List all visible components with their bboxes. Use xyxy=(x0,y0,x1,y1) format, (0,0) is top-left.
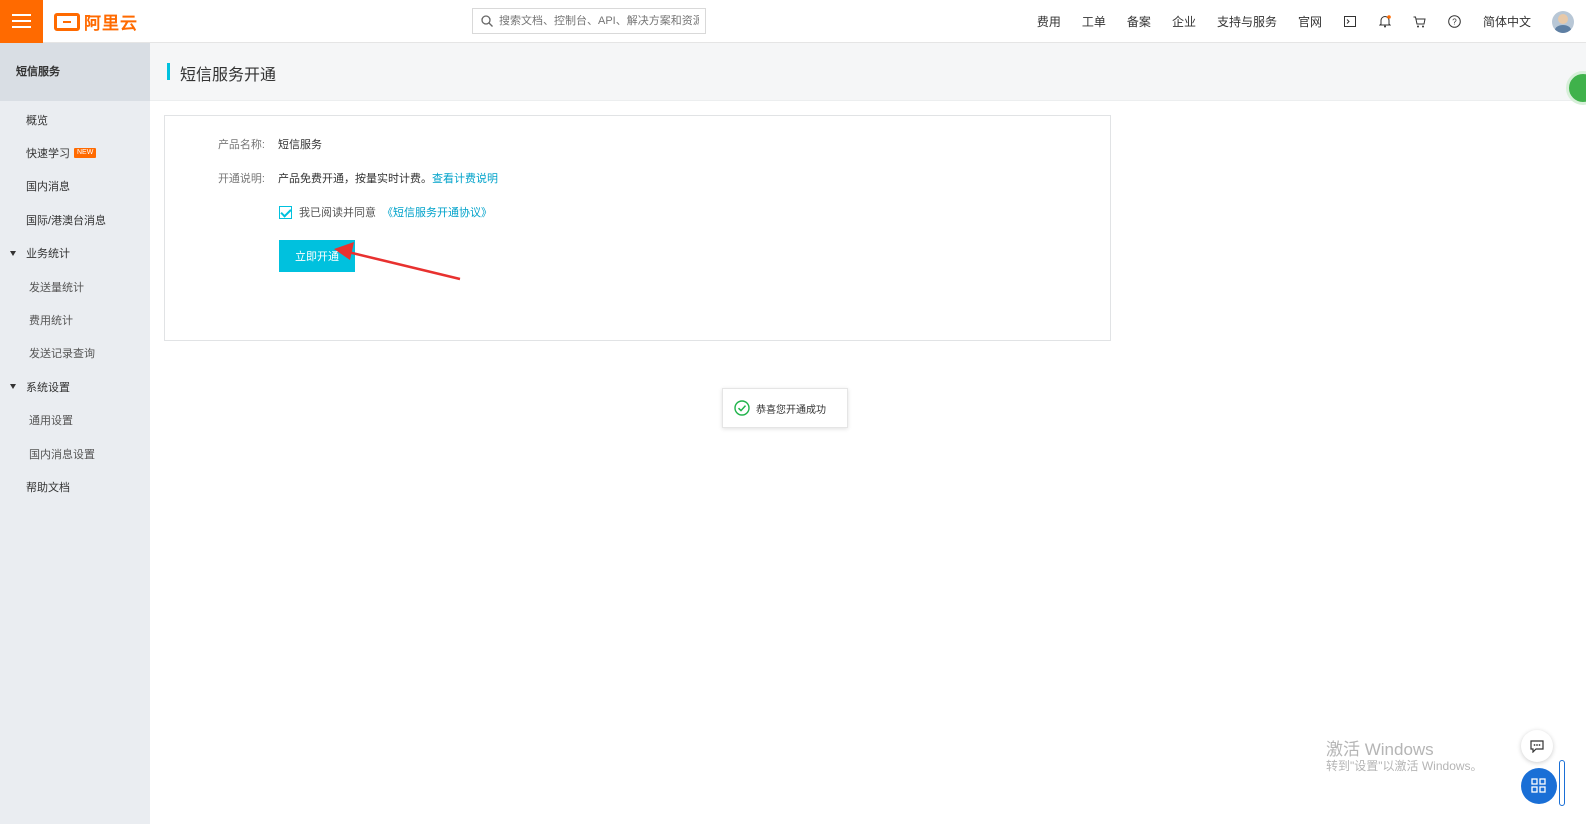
apps-button[interactable] xyxy=(1521,768,1557,804)
sidebar-item-general-settings[interactable]: 通用设置 xyxy=(0,404,150,437)
sidebar-item-label: 国内消息设置 xyxy=(29,448,95,461)
sidebar-item-send-stats[interactable]: 发送量统计 xyxy=(0,270,150,303)
svg-text:?: ? xyxy=(1453,18,1458,27)
top-nav: 费用 工单 备案 企业 支持与服务 官网 ? 简体中文 xyxy=(1037,0,1586,43)
bell-icon[interactable] xyxy=(1378,15,1392,29)
agreement-row: 我已阅读并同意 《短信服务开通协议》 xyxy=(279,204,492,220)
product-value: 短信服务 xyxy=(278,139,322,151)
sidebar-item-label: 国内消息 xyxy=(26,181,70,194)
sidebar-item-label: 系统设置 xyxy=(26,381,70,394)
search-input[interactable] xyxy=(499,15,699,27)
new-badge: NEW xyxy=(74,148,97,159)
red-arrow-annotation xyxy=(334,242,461,281)
search-box[interactable] xyxy=(472,8,706,34)
agree-text: 我已阅读并同意 xyxy=(299,207,376,219)
agreement-link[interactable]: 《短信服务开通协议》 xyxy=(382,204,492,220)
sidebar-group-settings[interactable]: 系统设置 xyxy=(0,370,150,403)
nav-filing[interactable]: 备案 xyxy=(1127,13,1151,30)
sidebar-item-label: 帮助文档 xyxy=(26,481,70,494)
apps-icon xyxy=(1531,778,1546,793)
nav-fees[interactable]: 费用 xyxy=(1037,13,1061,30)
activation-card: 产品名称: 短信服务 开通说明: 产品免费开通，按量实时计费。查看计费说明 我已… xyxy=(164,115,1111,341)
billing-link[interactable]: 查看计费说明 xyxy=(432,173,498,185)
feedback-button[interactable] xyxy=(1521,730,1553,762)
sidebar-item-label: 发送记录查询 xyxy=(29,348,95,361)
sidebar-item-label: 通用设置 xyxy=(29,415,73,428)
sidebar-item-label: 发送量统计 xyxy=(29,281,84,294)
side-scrollbar[interactable] xyxy=(1559,760,1565,806)
top-bar: 阿里云 费用 工单 备案 企业 支持与服务 官网 ? 简体中文 xyxy=(0,0,1586,43)
page-header: 短信服务开通 xyxy=(150,43,1586,105)
page-title: 短信服务开通 xyxy=(180,67,277,84)
extension-icon[interactable] xyxy=(1566,71,1586,105)
product-label: 产品名称: xyxy=(217,139,265,151)
nav-tickets[interactable]: 工单 xyxy=(1082,13,1106,30)
windows-watermark-subtitle: 转到"设置"以激活 Windows。 xyxy=(1326,759,1483,773)
chat-icon xyxy=(1530,739,1544,753)
sidebar-item-send-records[interactable]: 发送记录查询 xyxy=(0,337,150,370)
caret-down-icon xyxy=(10,384,16,390)
sidebar-title: 短信服务 xyxy=(0,43,150,101)
sidebar-item-domestic-settings[interactable]: 国内消息设置 xyxy=(0,437,150,470)
sidebar-item-overview[interactable]: 概览 xyxy=(0,103,150,136)
sidebar-item-label: 国际/港澳台消息 xyxy=(26,214,107,227)
title-accent-bar xyxy=(167,63,170,80)
success-toast: 恭喜您开通成功 xyxy=(722,388,848,428)
logo-text: 阿里云 xyxy=(84,14,138,33)
sidebar-item-label: 概览 xyxy=(26,114,48,127)
nav-support[interactable]: 支持与服务 xyxy=(1217,13,1277,30)
sidebar-group-statistics[interactable]: 业务统计 xyxy=(0,237,150,270)
sidebar: 短信服务 概览 快速学习 NEW 国内消息 国际/港澳台消息 业务统计 发送量统计… xyxy=(0,43,150,824)
sidebar-item-label: 业务统计 xyxy=(26,248,70,261)
check-circle-icon xyxy=(734,400,750,416)
menu-icon[interactable] xyxy=(0,0,43,43)
caret-down-icon xyxy=(10,250,16,256)
sidebar-item-label: 快速学习 xyxy=(26,148,70,161)
sidebar-item-quick-learn[interactable]: 快速学习 NEW xyxy=(0,136,150,169)
sidebar-menu: 概览 快速学习 NEW 国内消息 国际/港澳台消息 业务统计 发送量统计 费用统计… xyxy=(0,101,150,504)
toast-message: 恭喜您开通成功 xyxy=(756,404,826,416)
help-icon[interactable]: ? xyxy=(1448,15,1462,29)
sidebar-item-domestic[interactable]: 国内消息 xyxy=(0,170,150,203)
nav-enterprise[interactable]: 企业 xyxy=(1172,13,1196,30)
description-value: 产品免费开通，按量实时计费。查看计费说明 xyxy=(278,170,498,186)
terminal-icon[interactable] xyxy=(1343,15,1357,29)
aliyun-logo-icon xyxy=(54,12,80,31)
sidebar-item-help-docs[interactable]: 帮助文档 xyxy=(0,470,150,503)
nav-website[interactable]: 官网 xyxy=(1298,13,1322,30)
agree-checkbox[interactable] xyxy=(279,205,292,219)
sidebar-item-fee-stats[interactable]: 费用统计 xyxy=(0,303,150,336)
aliyun-logo[interactable]: 阿里云 xyxy=(54,11,138,33)
language-switch[interactable]: 简体中文 xyxy=(1483,13,1531,30)
search-icon xyxy=(481,15,493,27)
avatar[interactable] xyxy=(1552,10,1574,33)
sidebar-item-international[interactable]: 国际/港澳台消息 xyxy=(0,203,150,236)
cart-icon[interactable] xyxy=(1413,15,1427,29)
description-label: 开通说明: xyxy=(217,173,265,185)
description-text: 产品免费开通，按量实时计费。 xyxy=(278,173,432,185)
sidebar-item-label: 费用统计 xyxy=(29,315,73,328)
